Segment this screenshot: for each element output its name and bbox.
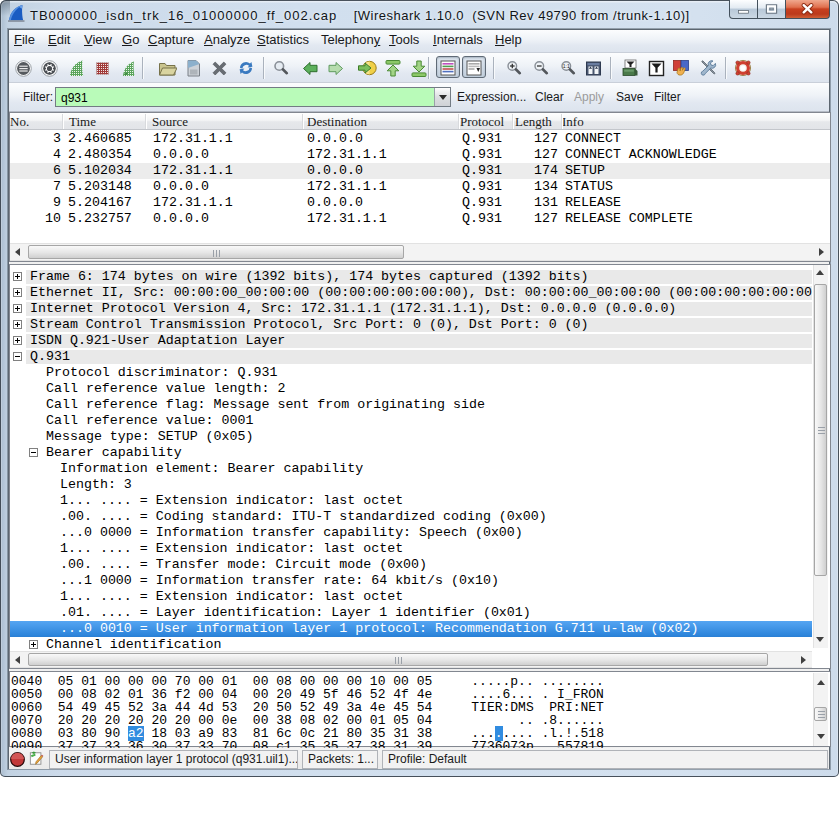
svg-text:1:1: 1:1 (563, 63, 570, 69)
